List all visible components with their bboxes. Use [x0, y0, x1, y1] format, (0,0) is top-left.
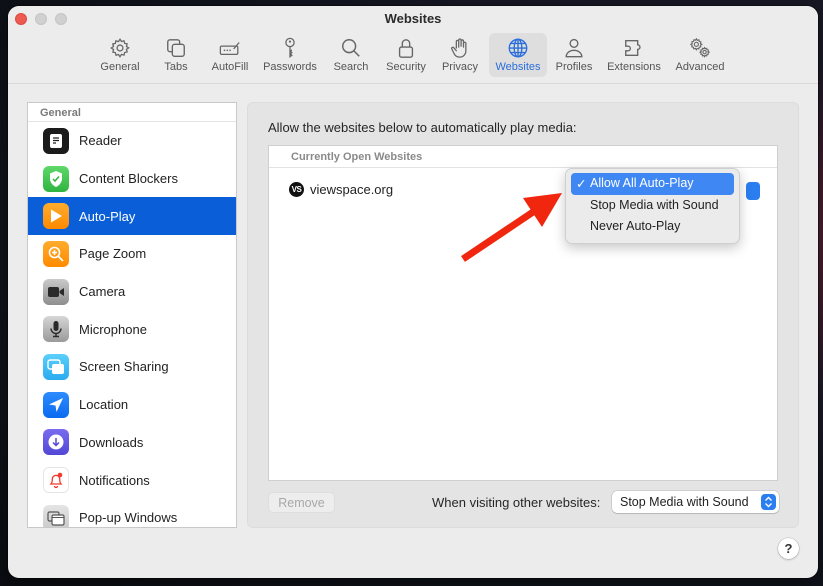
search-icon	[342, 39, 360, 57]
site-domain: viewspace.org	[310, 182, 394, 197]
sidebar-item-label: Auto-Play	[79, 208, 136, 224]
sidebar-item-screen-sharing[interactable]: Screen Sharing	[28, 348, 236, 386]
tab-extensions[interactable]: Extensions	[604, 33, 664, 77]
tab-extensions-label: Extensions	[607, 61, 661, 73]
sidebar-item-location[interactable]: Location	[28, 386, 236, 424]
titlebar: Websites General Tabs AutoFill Passwords…	[8, 6, 818, 84]
list-header: Currently Open Websites	[269, 146, 777, 168]
auto-play-panel: Allow the websites below to automaticall…	[247, 102, 799, 528]
microphone-icon	[43, 316, 69, 343]
checkmark-icon: ✓	[576, 177, 587, 191]
tab-autofill[interactable]: AutoFill	[208, 33, 252, 77]
sidebar-item-auto-play[interactable]: Auto-Play	[28, 197, 236, 236]
bell-icon	[43, 467, 69, 494]
autofill-icon	[219, 42, 240, 56]
tab-advanced[interactable]: Advanced	[672, 33, 728, 77]
tab-search[interactable]: Search	[330, 33, 372, 77]
sidebar-item-camera[interactable]: Camera	[28, 273, 236, 311]
sidebar-item-label: Downloads	[79, 434, 144, 450]
menu-item-label: Never Auto-Play	[590, 219, 681, 233]
sidebar: General Reader Content Blockers Auto-Pla…	[27, 102, 237, 528]
tab-privacy[interactable]: Privacy	[438, 33, 482, 77]
camera-icon	[43, 278, 69, 305]
tab-passwords-label: Passwords	[263, 61, 317, 73]
site-favicon-icon: VS	[289, 182, 304, 197]
site-setting-popup-button[interactable]	[746, 182, 760, 200]
globe-icon	[508, 38, 528, 58]
sidebar-item-page-zoom[interactable]: Page Zoom	[28, 235, 236, 273]
settings-toolbar: General Tabs AutoFill Passwords Search S…	[8, 33, 818, 79]
menu-item-label: Allow All Auto-Play	[590, 176, 694, 190]
menu-item-never-auto-play[interactable]: Never Auto-Play	[571, 216, 734, 238]
other-websites-value: Stop Media with Sound	[620, 495, 749, 509]
play-icon	[43, 203, 69, 230]
tab-general[interactable]: General	[98, 33, 142, 77]
tab-advanced-label: Advanced	[675, 61, 725, 73]
location-icon	[43, 391, 69, 418]
autoplay-dropdown-menu: ✓ Allow All Auto-Play Stop Media with So…	[565, 168, 740, 244]
screen-sharing-icon	[43, 353, 69, 380]
sidebar-item-label: Screen Sharing	[79, 359, 169, 375]
sidebar-item-downloads[interactable]: Downloads	[28, 424, 236, 462]
sidebar-item-label: Page Zoom	[79, 246, 147, 262]
safari-settings-window: Websites General Tabs AutoFill Passwords…	[8, 6, 818, 578]
person-icon	[565, 38, 583, 58]
remove-button[interactable]: Remove	[268, 492, 335, 513]
gear-icon	[110, 38, 130, 58]
tab-general-label: General	[100, 61, 140, 73]
sidebar-item-label: Microphone	[79, 321, 147, 337]
key-icon	[285, 37, 295, 58]
shield-check-icon	[43, 165, 69, 192]
other-websites-select[interactable]: Stop Media with Sound	[612, 491, 779, 513]
sidebar-item-label: Notifications	[79, 472, 150, 488]
menu-item-stop-media-with-sound[interactable]: Stop Media with Sound	[571, 195, 734, 217]
tab-tabs-label: Tabs	[164, 61, 188, 73]
sidebar-item-label: Reader	[79, 133, 122, 149]
sidebar-item-content-blockers[interactable]: Content Blockers	[28, 160, 236, 198]
website-row[interactable]: VS viewspace.org	[289, 182, 393, 197]
help-button[interactable]: ?	[778, 538, 799, 559]
sidebar-item-label: Pop-up Windows	[79, 510, 178, 526]
tab-websites-label: Websites	[495, 61, 541, 73]
gears-icon	[689, 37, 711, 58]
zoom-icon	[43, 240, 69, 267]
sidebar-item-notifications[interactable]: Notifications	[28, 461, 236, 499]
tab-security[interactable]: Security	[382, 33, 430, 77]
lock-icon	[398, 39, 414, 58]
sidebar-item-label: Camera	[79, 284, 126, 300]
sidebar-item-microphone[interactable]: Microphone	[28, 310, 236, 348]
sidebar-item-reader[interactable]: Reader	[28, 122, 236, 160]
puzzle-icon	[625, 39, 641, 57]
tab-search-label: Search	[333, 61, 369, 73]
sidebar-item-label: Location	[79, 397, 129, 413]
panel-description: Allow the websites below to automaticall…	[268, 120, 577, 135]
menu-item-label: Stop Media with Sound	[590, 197, 719, 212]
menu-item-allow-all-auto-play[interactable]: ✓ Allow All Auto-Play	[571, 173, 734, 195]
tab-tabs[interactable]: Tabs	[156, 33, 196, 77]
tabs-icon	[167, 39, 185, 57]
tab-profiles[interactable]: Profiles	[553, 33, 595, 77]
hand-icon	[451, 38, 467, 58]
tab-security-label: Security	[386, 61, 426, 73]
sidebar-item-label: Content Blockers	[79, 171, 178, 187]
sidebar-section-header: General	[28, 103, 236, 122]
reader-icon	[43, 127, 69, 154]
popup-windows-icon	[43, 504, 69, 527]
tab-websites[interactable]: Websites	[489, 33, 547, 77]
tab-profiles-label: Profiles	[555, 61, 593, 73]
other-websites-label: When visiting other websites:	[432, 495, 601, 510]
download-icon	[43, 429, 69, 456]
window-title: Websites	[384, 11, 442, 26]
chevron-up-down-icon	[761, 494, 776, 510]
tab-passwords[interactable]: Passwords	[262, 33, 318, 77]
tab-privacy-label: Privacy	[441, 61, 479, 73]
tab-autofill-label: AutoFill	[211, 61, 249, 73]
sidebar-item-popup-windows[interactable]: Pop-up Windows	[28, 499, 236, 527]
